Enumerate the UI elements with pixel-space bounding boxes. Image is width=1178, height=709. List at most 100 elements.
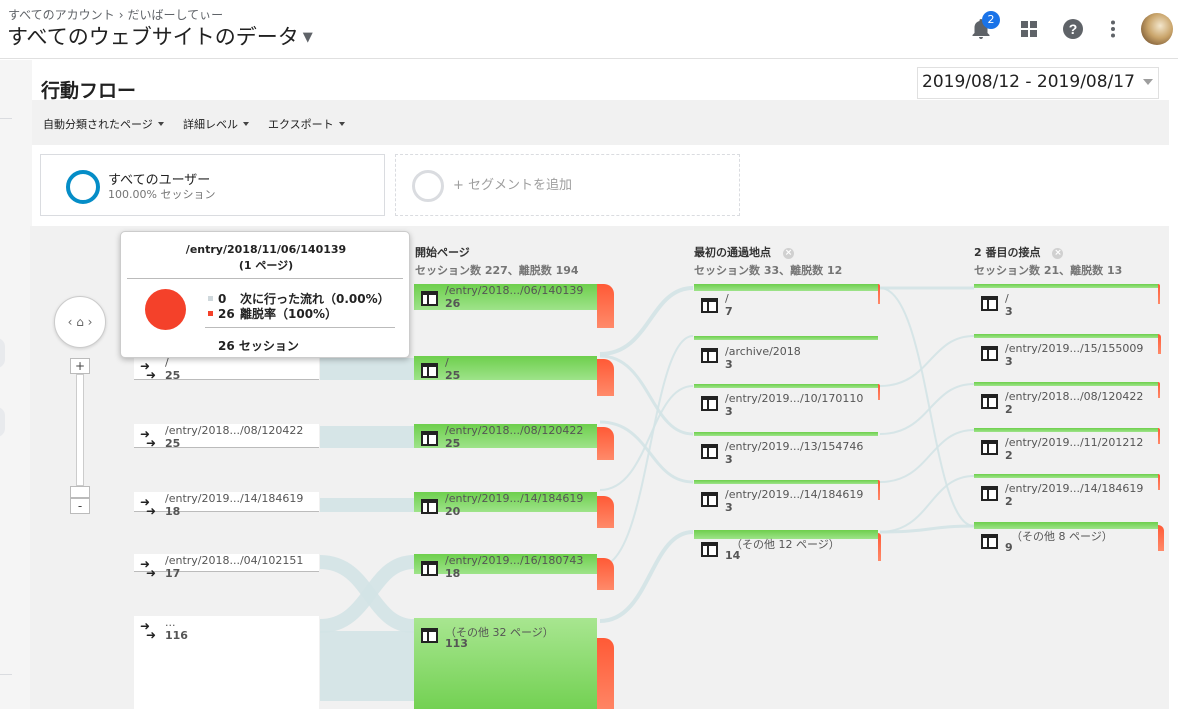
flow-page-node[interactable]: / 7 bbox=[694, 284, 884, 318]
remove-step-icon[interactable]: × bbox=[783, 248, 794, 259]
pan-home-button[interactable]: ‹ ⌂ › bbox=[54, 296, 106, 348]
page-icon bbox=[421, 363, 438, 378]
node-label: ... bbox=[165, 616, 176, 629]
drop-off-bar[interactable] bbox=[597, 284, 614, 328]
drop-label: 離脱率（100%） bbox=[240, 307, 338, 321]
view-title: すべてのウェブサイトのデータ bbox=[7, 25, 299, 49]
drop-off-bar[interactable] bbox=[597, 558, 614, 590]
apps-button[interactable] bbox=[1016, 16, 1042, 42]
node-count: 2 bbox=[1005, 403, 1013, 416]
flow-page-node[interactable]: / 3 bbox=[974, 284, 1169, 318]
source-node[interactable]: ➜ ➜ /entry/2018.../04/102151 17 bbox=[134, 554, 319, 580]
traffic-bar bbox=[974, 428, 1158, 432]
view-selector[interactable]: すべてのウェブサイトのデータ ▼ bbox=[7, 21, 313, 51]
remove-step-icon[interactable]: × bbox=[1052, 248, 1064, 259]
more-menu-button[interactable] bbox=[1100, 16, 1126, 42]
column-header-second-interaction: 2 番目の接点 × セッション数 21、離脱数 13 bbox=[974, 244, 1122, 278]
node-count: 2 bbox=[1005, 449, 1013, 462]
export-dropdown[interactable]: エクスポート bbox=[268, 116, 345, 132]
add-segment-button[interactable]: + セグメントを追加 bbox=[395, 154, 740, 216]
drop-off-bar[interactable] bbox=[878, 284, 880, 304]
date-range-picker[interactable]: 2019/08/12 - 2019/08/17 bbox=[917, 67, 1159, 99]
flow-page-node[interactable]: /entry/2019.../10/170110 3 bbox=[694, 384, 884, 418]
drop-off-bar[interactable] bbox=[878, 533, 881, 561]
segment-all-users[interactable]: すべてのユーザー 100.00% セッション bbox=[40, 154, 385, 216]
zoom-in-button[interactable]: + bbox=[70, 358, 90, 374]
rail-nav-item[interactable] bbox=[0, 407, 5, 437]
account-avatar[interactable] bbox=[1141, 13, 1173, 45]
zoom-slider-track[interactable] bbox=[76, 374, 84, 486]
node-count: 17 bbox=[165, 567, 181, 580]
page-icon bbox=[421, 431, 438, 446]
drop-off-bar[interactable] bbox=[878, 480, 880, 500]
help-button[interactable]: ? bbox=[1060, 16, 1086, 42]
node-count: 14 bbox=[725, 549, 741, 562]
flow-page-node[interactable]: （その他 12 ページ） 14 bbox=[694, 530, 884, 564]
flow-page-node[interactable]: （その他 8 ページ） 9 bbox=[974, 522, 1169, 556]
page-icon bbox=[981, 440, 998, 455]
node-label: /entry/2019.../11/201212 bbox=[1005, 436, 1144, 449]
node-count: 25 bbox=[445, 369, 461, 382]
page-icon bbox=[421, 499, 438, 514]
node-count: 3 bbox=[725, 501, 733, 514]
tooltip-divider bbox=[127, 278, 403, 279]
entrance-arrow-icon: ➜ bbox=[146, 368, 157, 382]
tooltip-title: /entry/2018/11/06/140139 bbox=[185, 243, 347, 256]
node-label: /entry/2019.../16/180743 bbox=[445, 554, 584, 567]
svg-text:?: ? bbox=[1069, 21, 1078, 37]
source-node[interactable]: ➜ ➜ /entry/2018.../08/120422 25 bbox=[134, 424, 319, 450]
source-node[interactable]: ➜ ➜ ... 116 bbox=[134, 616, 319, 709]
flow-page-node[interactable]: /entry/2018.../08/120422 2 bbox=[974, 382, 1169, 416]
flow-page-node[interactable]: /entry/2019.../13/154746 3 bbox=[694, 432, 884, 466]
notifications-button[interactable]: 2 bbox=[968, 11, 1000, 42]
zoom-out-button[interactable]: - bbox=[70, 498, 90, 514]
drop-off-bar[interactable] bbox=[1158, 428, 1160, 444]
flow-page-node[interactable]: /entry/2018.../08/120422 25 bbox=[414, 424, 614, 460]
flow-page-node[interactable]: /entry/2018.../06/140139 26 bbox=[414, 284, 614, 328]
drop-off-bar[interactable] bbox=[597, 359, 614, 396]
zoom-slider-thumb[interactable] bbox=[70, 486, 90, 498]
detail-level-dropdown[interactable]: 詳細レベル bbox=[183, 116, 249, 132]
flow-page-node[interactable]: /entry/2019.../11/201212 2 bbox=[974, 428, 1169, 462]
traffic-bar bbox=[694, 480, 878, 484]
flow-link bbox=[879, 524, 975, 534]
flow-page-node[interactable]: （その他 32 ページ） 113 bbox=[414, 618, 614, 709]
dropdown-label: 自動分類されたページ bbox=[43, 118, 153, 131]
node-tooltip: /entry/2018/11/06/140139 (1 ページ) 0 次に行った流… bbox=[120, 231, 410, 358]
flow-page-node[interactable]: /entry/2019.../14/184619 20 bbox=[414, 492, 614, 528]
flow-page-node[interactable]: /entry/2019.../15/155009 3 bbox=[974, 334, 1169, 368]
flow-page-node[interactable]: / 25 bbox=[414, 356, 614, 396]
drop-off-bar[interactable] bbox=[1158, 525, 1164, 551]
drop-off-bar[interactable] bbox=[878, 384, 880, 400]
drop-off-bar[interactable] bbox=[597, 496, 614, 528]
flow-link bbox=[879, 335, 975, 387]
node-label: /entry/2019.../15/155009 bbox=[1005, 342, 1144, 355]
breadcrumb-separator: › bbox=[118, 8, 124, 22]
rail-nav-item[interactable] bbox=[0, 338, 5, 368]
page-title: 行動フロー bbox=[41, 80, 137, 102]
flow-page-node[interactable]: /entry/2019.../14/184619 3 bbox=[694, 480, 884, 514]
page-icon bbox=[981, 394, 998, 409]
drop-off-bar[interactable] bbox=[1158, 284, 1160, 304]
flow-page-node[interactable]: /archive/2018 3 bbox=[694, 336, 884, 371]
drop-off-bar[interactable] bbox=[1158, 474, 1160, 490]
drop-off-bar[interactable] bbox=[597, 427, 614, 460]
breadcrumb-property[interactable]: だいばーしてぃー bbox=[128, 8, 224, 22]
node-label: /entry/2019.../14/184619 bbox=[725, 488, 864, 501]
auto-categorized-pages-dropdown[interactable]: 自動分類されたページ bbox=[43, 116, 164, 132]
node-count: 2 bbox=[1005, 495, 1013, 508]
segment-share: 100.00% セッション bbox=[108, 188, 216, 201]
segment-color-ring-icon bbox=[66, 170, 100, 204]
source-node[interactable]: ➜ ➜ /entry/2019.../14/184619 18 bbox=[134, 492, 319, 518]
source-node[interactable]: ➜ ➜ / 25 bbox=[134, 356, 319, 382]
flow-page-node[interactable]: /entry/2019.../16/180743 18 bbox=[414, 554, 614, 590]
caret-down-icon bbox=[157, 122, 164, 126]
flow-page-node[interactable]: /entry/2019.../14/184619 2 bbox=[974, 474, 1169, 508]
rail-divider bbox=[0, 674, 12, 675]
drop-off-bar[interactable] bbox=[1158, 382, 1160, 398]
drop-off-bar[interactable] bbox=[1158, 334, 1161, 354]
more-vert-icon bbox=[1111, 20, 1115, 38]
report-toolbar: 自動分類されたページ 詳細レベル エクスポート bbox=[32, 100, 1169, 145]
drop-off-bar[interactable] bbox=[597, 638, 614, 709]
breadcrumb-account[interactable]: すべてのアカウント bbox=[8, 8, 115, 22]
